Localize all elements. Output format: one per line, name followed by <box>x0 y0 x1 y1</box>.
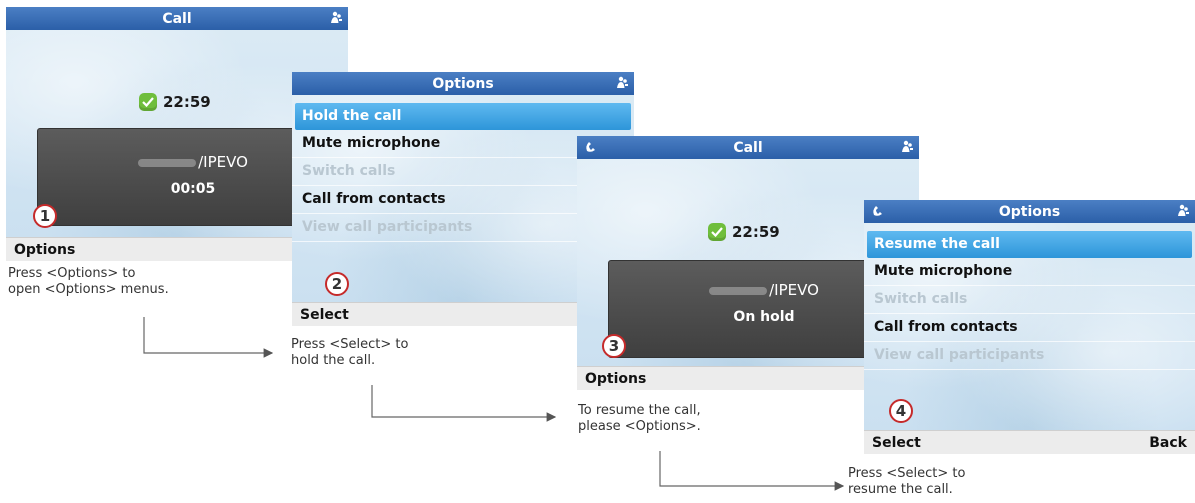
menu-item-call-from-contacts[interactable]: Call from contacts <box>864 314 1195 342</box>
title-bar: Call <box>6 7 348 30</box>
step-2-caption: Press <Select> to hold the call. <box>291 337 409 368</box>
clock: 22:59 <box>139 93 211 111</box>
check-icon <box>139 93 157 111</box>
contacts-status-icon <box>902 140 913 152</box>
check-icon <box>708 223 726 241</box>
blurred-name <box>709 286 768 295</box>
clock-time: 22:59 <box>163 93 211 111</box>
select-softkey[interactable]: Select <box>300 307 349 323</box>
screen-title: Call <box>162 10 192 27</box>
step-4-caption: Press <Select> to resume the call. <box>848 466 966 497</box>
clock-time: 22:59 <box>732 223 780 241</box>
menu-item-mute-microphone[interactable]: Mute microphone <box>864 258 1195 286</box>
title-bar: Options <box>292 72 634 95</box>
step-badge-4: 4 <box>889 399 913 423</box>
arrow-step1-to-step2 <box>143 317 274 358</box>
softkey-bar: Select Back <box>864 430 1195 454</box>
menu-item-switch-calls: Switch calls <box>864 286 1195 314</box>
title-bar: Options <box>864 200 1195 223</box>
arrow-step3-to-step4 <box>659 451 845 491</box>
step-3-caption: To resume the call, please <Options>. <box>578 403 701 434</box>
contacts-status-icon <box>331 11 342 23</box>
contacts-status-icon <box>617 76 628 88</box>
contacts-status-icon <box>1178 204 1189 216</box>
options-softkey[interactable]: Options <box>585 371 646 387</box>
title-bar: Call <box>577 136 919 159</box>
handset-hold-icon <box>586 142 595 152</box>
arrow-step2-to-step3 <box>371 385 557 422</box>
screen-title: Options <box>432 75 494 92</box>
options-softkey[interactable]: Options <box>14 242 75 258</box>
step-1-caption: Press <Options> to open <Options> menus. <box>8 266 169 297</box>
menu-item-hold-call[interactable]: Hold the call <box>295 103 631 130</box>
handset-hold-icon <box>873 206 882 216</box>
step-badge-1: 1 <box>33 204 57 228</box>
step-badge-3: 3 <box>602 334 626 358</box>
select-softkey[interactable]: Select <box>872 435 921 451</box>
screen-title: Call <box>733 139 763 156</box>
menu-item-resume-call[interactable]: Resume the call <box>867 231 1192 258</box>
menu-item-view-call-participants: View call participants <box>864 342 1195 370</box>
blurred-name <box>138 158 197 167</box>
options-menu: Resume the call Mute microphone Switch c… <box>864 231 1195 370</box>
screen-title: Options <box>998 203 1061 220</box>
options-screen-4: Options Resume the call Mute microphone … <box>864 200 1195 454</box>
clock: 22:59 <box>708 223 780 241</box>
back-softkey[interactable]: Back <box>1149 435 1187 451</box>
step-badge-2: 2 <box>325 272 349 296</box>
